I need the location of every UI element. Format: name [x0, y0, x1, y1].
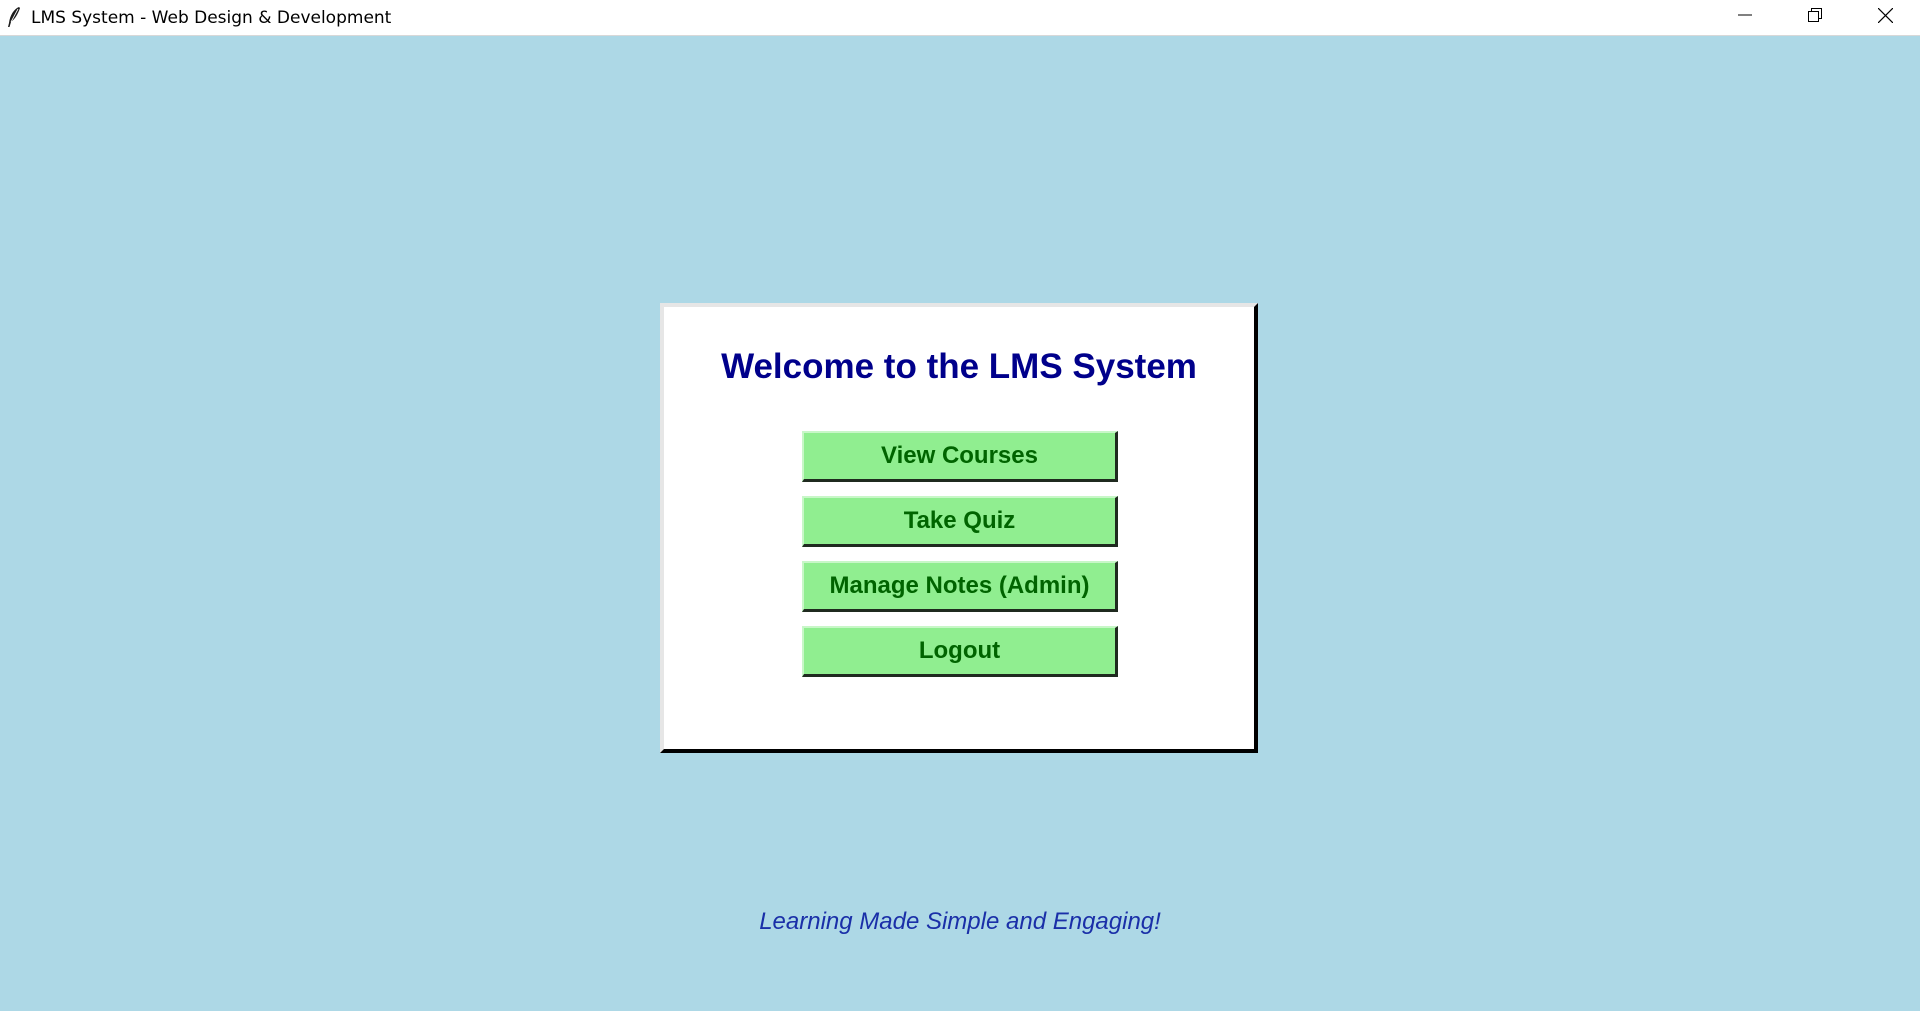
- window-title: LMS System - Web Design & Development: [31, 8, 392, 28]
- minimize-button[interactable]: [1710, 0, 1780, 35]
- minimize-icon: [1738, 8, 1752, 27]
- view-courses-button[interactable]: View Courses: [802, 431, 1118, 482]
- tagline: Learning Made Simple and Engaging!: [759, 908, 1161, 935]
- close-icon: [1877, 7, 1893, 28]
- title-bar: LMS System - Web Design & Development: [0, 0, 1920, 36]
- manage-notes-button[interactable]: Manage Notes (Admin): [802, 561, 1118, 612]
- restore-button[interactable]: [1780, 0, 1850, 35]
- take-quiz-button[interactable]: Take Quiz: [802, 496, 1118, 547]
- close-button[interactable]: [1850, 0, 1920, 35]
- main-menu-panel: Welcome to the LMS System View Courses T…: [660, 303, 1258, 753]
- feather-icon: [6, 6, 22, 28]
- page-title: Welcome to the LMS System: [721, 347, 1197, 386]
- restore-icon: [1808, 8, 1822, 27]
- logout-button[interactable]: Logout: [802, 626, 1118, 677]
